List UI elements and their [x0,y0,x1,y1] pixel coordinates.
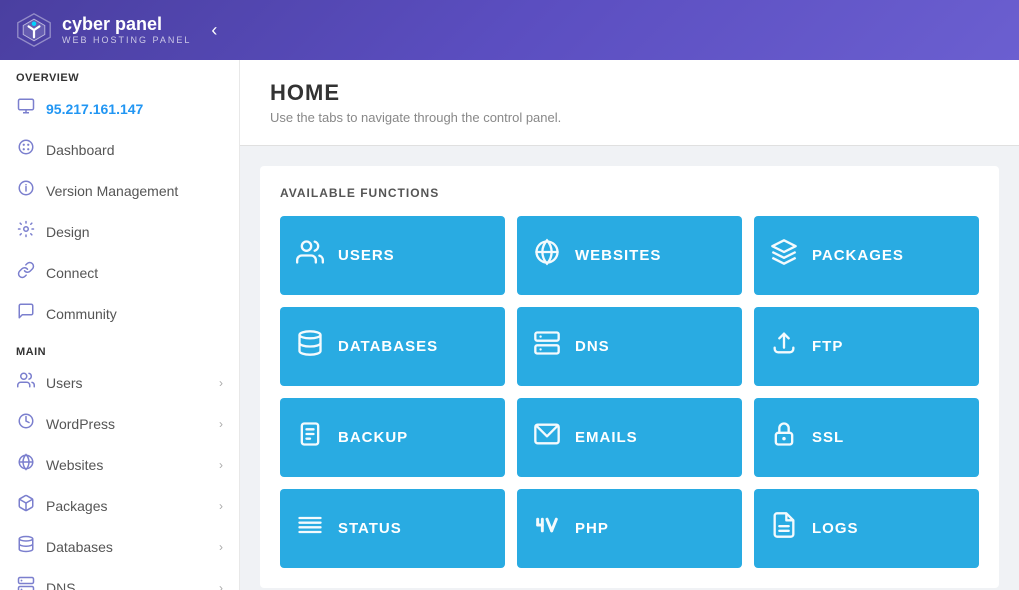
main-content: HOME Use the tabs to navigate through th… [240,60,1019,590]
page-header: HOME Use the tabs to navigate through th… [240,60,1019,146]
func-card-label: STATUS [338,520,402,537]
overview-section-label: OVERVIEW [0,60,239,88]
func-card-label: EMAILS [575,429,638,446]
func-card-label: BACKUP [338,429,408,446]
func-card-emails[interactable]: EMAILS [517,398,742,477]
ssl-card-icon [770,420,798,455]
sidebar-toggle[interactable]: ‹ [211,20,217,41]
globe-icon [16,453,36,476]
database-icon [16,535,36,558]
logo-subtitle: WEB HOSTING PANEL [62,35,191,45]
sidebar-item-label: Databases [46,539,113,555]
chat-icon [16,302,36,325]
page-subtitle: Use the tabs to navigate through the con… [270,110,989,125]
chevron-right-icon: › [219,499,223,513]
dns-card-icon [533,329,561,364]
palette-icon [16,138,36,161]
sidebar-item-connect[interactable]: Connect [0,252,239,293]
func-card-label: FTP [812,338,843,355]
php-card-icon [533,511,561,546]
sidebar-item-label: Community [46,306,117,322]
sidebar-item-label: Connect [46,265,98,281]
func-card-label: SSL [812,429,844,446]
chevron-right-icon: › [219,376,223,390]
header: cyber panel WEB HOSTING PANEL ‹ [0,0,1019,60]
sidebar-item-users[interactable]: Users › [0,362,239,403]
func-card-label: USERS [338,247,395,264]
gear-icon [16,220,36,243]
sidebar-item-packages[interactable]: Packages › [0,485,239,526]
page-title: HOME [270,80,989,106]
func-card-databases[interactable]: DATABASES [280,307,505,386]
func-card-label: PHP [575,520,609,537]
func-card-label: LOGS [812,520,859,537]
func-card-dns[interactable]: DNS [517,307,742,386]
main-section-label: MAIN [0,334,239,362]
chevron-right-icon: › [219,417,223,431]
sidebar: OVERVIEW 95.217.161.147 Dashboard Versio… [0,60,240,590]
func-card-users[interactable]: USERS [280,216,505,295]
func-card-backup[interactable]: BACKUP [280,398,505,477]
func-card-ftp[interactable]: FTP [754,307,979,386]
sidebar-item-dns[interactable]: DNS › [0,567,239,590]
sidebar-item-dashboard[interactable]: Dashboard [0,129,239,170]
sidebar-item-version-management[interactable]: Version Management [0,170,239,211]
users-card-icon [296,238,324,273]
globe-card-icon [533,238,561,273]
ip-address: 95.217.161.147 [46,101,143,117]
sidebar-item-label: Websites [46,457,103,473]
dns-icon [16,576,36,590]
backup-card-icon [296,420,324,455]
chevron-right-icon: › [219,540,223,554]
func-card-php[interactable]: PHP [517,489,742,568]
body-layout: OVERVIEW 95.217.161.147 Dashboard Versio… [0,60,1019,590]
sidebar-item-label: Version Management [46,183,178,199]
sidebar-item-label: Design [46,224,90,240]
sidebar-item-ip[interactable]: 95.217.161.147 [0,88,239,129]
sidebar-item-label: Dashboard [46,142,115,158]
sidebar-item-label: Packages [46,498,107,514]
logo-title: cyber panel [62,15,191,35]
status-card-icon [296,511,324,546]
monitor-icon [16,97,36,120]
sidebar-item-databases[interactable]: Databases › [0,526,239,567]
chevron-right-icon: › [219,458,223,472]
sidebar-item-community[interactable]: Community [0,293,239,334]
functions-container: AVAILABLE FUNCTIONS USERS WEBSITES [260,166,999,588]
users-icon [16,371,36,394]
func-card-ssl[interactable]: SSL [754,398,979,477]
database-card-icon [296,329,324,364]
packages-icon [16,494,36,517]
functions-title: AVAILABLE FUNCTIONS [280,186,979,200]
sidebar-item-label: Users [46,375,83,391]
link-icon [16,261,36,284]
func-card-logs[interactable]: LOGS [754,489,979,568]
sidebar-item-wordpress[interactable]: WordPress › [0,403,239,444]
sidebar-item-label: WordPress [46,416,115,432]
logo: cyber panel WEB HOSTING PANEL [16,12,191,48]
info-icon [16,179,36,202]
logs-card-icon [770,511,798,546]
func-card-status[interactable]: STATUS [280,489,505,568]
func-card-label: WEBSITES [575,247,661,264]
functions-grid: USERS WEBSITES PACKAGES [280,216,979,568]
sidebar-item-design[interactable]: Design [0,211,239,252]
chevron-right-icon: › [219,581,223,590]
packages-card-icon [770,238,798,273]
func-card-label: DNS [575,338,610,355]
sidebar-item-websites[interactable]: Websites › [0,444,239,485]
wordpress-icon [16,412,36,435]
func-card-websites[interactable]: WEBSITES [517,216,742,295]
func-card-label: PACKAGES [812,247,904,264]
func-card-label: DATABASES [338,338,438,355]
logo-text: cyber panel WEB HOSTING PANEL [62,15,191,45]
emails-card-icon [533,420,561,455]
ftp-card-icon [770,329,798,364]
sidebar-item-label: DNS [46,580,76,590]
func-card-packages[interactable]: PACKAGES [754,216,979,295]
logo-icon [16,12,52,48]
